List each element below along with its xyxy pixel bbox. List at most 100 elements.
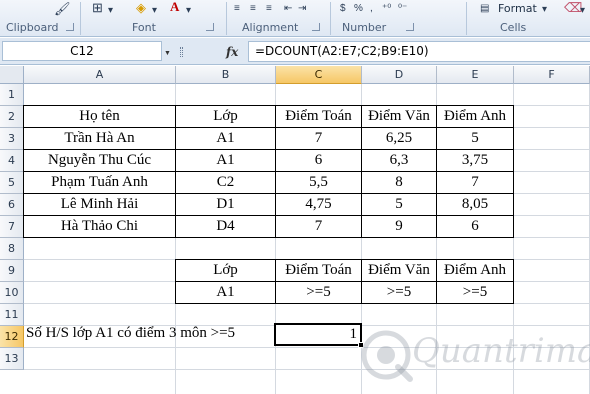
- font-launcher-icon[interactable]: [206, 23, 214, 31]
- decrease-decimal-icon[interactable]: ⁰⁻: [398, 2, 407, 16]
- align-left-icon[interactable]: ≡: [234, 2, 240, 16]
- table-cell[interactable]: Phạm Tuấn Anh: [23, 172, 176, 194]
- format-painter-icon[interactable]: 🖌: [54, 2, 71, 16]
- cells-group-label: Cells: [500, 21, 527, 34]
- ribbon-separator: [466, 2, 467, 35]
- fill-color-icon[interactable]: ◈: [136, 1, 146, 15]
- table-header-cell[interactable]: Họ tên: [23, 105, 176, 128]
- criteria-value-cell[interactable]: A1: [175, 282, 276, 304]
- table-cell[interactable]: Lê Minh Hải: [23, 194, 176, 216]
- table-header-cell[interactable]: Điểm Toán: [276, 105, 362, 128]
- table-cell[interactable]: 7: [276, 128, 362, 150]
- table-cell[interactable]: A1: [176, 150, 276, 172]
- indent-icon[interactable]: ⇤: [284, 2, 292, 16]
- currency-icon[interactable]: $: [340, 2, 346, 16]
- table-cell[interactable]: 4,75: [276, 194, 362, 216]
- criteria-header-cell[interactable]: Điểm Toán: [276, 259, 362, 282]
- column-header-e[interactable]: E: [437, 66, 514, 84]
- font-color-dropdown-icon[interactable]: ▾: [186, 4, 191, 18]
- row-header-4[interactable]: 4: [0, 150, 24, 172]
- table-cell[interactable]: 6,3: [362, 150, 437, 172]
- number-group: $ % , ⁺⁰ ⁰⁻ Number: [332, 0, 418, 37]
- table-cell[interactable]: 5,5: [276, 172, 362, 194]
- row-header-5[interactable]: 5: [0, 172, 24, 194]
- row-header-1[interactable]: 1: [0, 84, 24, 106]
- table-cell[interactable]: 9: [362, 216, 437, 238]
- table-cell[interactable]: 6: [437, 216, 514, 238]
- criteria-value-cell[interactable]: >=5: [437, 282, 514, 304]
- table-cell[interactable]: Hà Thảo Chi: [23, 216, 176, 238]
- name-box[interactable]: C12: [2, 41, 162, 61]
- table-cell[interactable]: 5: [362, 194, 437, 216]
- font-color-icon[interactable]: A: [170, 0, 179, 14]
- column-header-c[interactable]: C: [276, 66, 362, 84]
- number-launcher-icon[interactable]: [406, 23, 414, 31]
- table-cell[interactable]: D1: [176, 194, 276, 216]
- ribbon: 🖌 Clipboard ⊞ ▾ ◈ ▾ A ▾ Font ≡ ≡ ≡ ⇤ ⇥ A…: [0, 0, 590, 37]
- ribbon-separator: [330, 2, 331, 35]
- format-icon[interactable]: ▤: [480, 2, 489, 16]
- formula-bar-resize-handle[interactable]: [180, 47, 183, 57]
- row-header-13[interactable]: 13: [0, 348, 24, 370]
- alignment-group-label: Alignment: [242, 21, 299, 34]
- column-header-a[interactable]: A: [24, 66, 176, 84]
- column-header-d[interactable]: D: [362, 66, 437, 84]
- indent-icon[interactable]: ⇥: [298, 2, 306, 16]
- clear-dropdown-icon[interactable]: ▾: [580, 4, 585, 18]
- watermark-logo-icon: [361, 330, 413, 382]
- table-cell[interactable]: A1: [176, 128, 276, 150]
- row-header-7[interactable]: 7: [0, 216, 24, 238]
- table-cell[interactable]: 6: [276, 150, 362, 172]
- table-cell[interactable]: 5: [437, 128, 514, 150]
- row-header-9[interactable]: 9: [0, 260, 24, 282]
- table-header-cell[interactable]: Lớp: [176, 105, 276, 128]
- table-header-cell[interactable]: Điểm Anh: [437, 105, 514, 128]
- column-header-f[interactable]: F: [514, 66, 590, 84]
- align-right-icon[interactable]: ≡: [266, 2, 272, 16]
- table-cell[interactable]: 6,25: [362, 128, 437, 150]
- criteria-header-cell[interactable]: Điểm Anh: [437, 259, 514, 282]
- criteria-value-cell[interactable]: >=5: [276, 282, 362, 304]
- name-box-dropdown-icon[interactable]: ▼: [164, 50, 171, 57]
- comma-style-icon[interactable]: ,: [370, 2, 373, 16]
- table-cell[interactable]: 3,75: [437, 150, 514, 172]
- table-cell[interactable]: 7: [437, 172, 514, 194]
- alignment-launcher-icon[interactable]: [312, 23, 320, 31]
- table-cell[interactable]: 7: [276, 216, 362, 238]
- table-cell[interactable]: Trần Hà An: [23, 128, 176, 150]
- criteria-header-cell[interactable]: Điểm Văn: [362, 259, 437, 282]
- table-cell[interactable]: 8,05: [437, 194, 514, 216]
- row-header-2[interactable]: 2: [0, 106, 24, 128]
- format-button[interactable]: Format: [498, 2, 537, 15]
- row-header-12[interactable]: 12: [0, 326, 24, 348]
- criteria-header-cell[interactable]: Lớp: [175, 259, 276, 282]
- table-cell[interactable]: D4: [176, 216, 276, 238]
- font-group: ⊞ ▾ ◈ ▾ A ▾ Font: [82, 0, 220, 37]
- percent-icon[interactable]: %: [354, 2, 363, 16]
- select-all-button[interactable]: [0, 66, 24, 84]
- increase-decimal-icon[interactable]: ⁺⁰: [382, 2, 391, 16]
- align-center-icon[interactable]: ≡: [250, 2, 256, 16]
- row-header-10[interactable]: 10: [0, 282, 24, 304]
- formula-input[interactable]: =DCOUNT(A2:E7;C2;B9:E10): [248, 41, 590, 62]
- row-header-6[interactable]: 6: [0, 194, 24, 216]
- active-cell-c12[interactable]: 1: [274, 323, 362, 346]
- table-cell[interactable]: 8: [362, 172, 437, 194]
- row-header-11[interactable]: 11: [0, 304, 24, 326]
- ribbon-separator: [226, 2, 227, 35]
- clipboard-group: 🖌 Clipboard: [0, 0, 76, 37]
- clipboard-launcher-icon[interactable]: [66, 23, 74, 31]
- criteria-value-cell[interactable]: >=5: [362, 282, 437, 304]
- insert-function-icon[interactable]: fx: [196, 42, 248, 62]
- column-header-b[interactable]: B: [176, 66, 276, 84]
- fill-color-dropdown-icon[interactable]: ▾: [152, 4, 157, 18]
- row-header-3[interactable]: 3: [0, 128, 24, 150]
- table-cell[interactable]: C2: [176, 172, 276, 194]
- table-cell[interactable]: Nguyễn Thu Cúc: [23, 150, 176, 172]
- borders-icon[interactable]: ⊞: [92, 1, 103, 15]
- format-dropdown-icon[interactable]: ▾: [542, 3, 547, 17]
- table-header-cell[interactable]: Điểm Văn: [362, 105, 437, 128]
- row-header-8[interactable]: 8: [0, 238, 24, 260]
- borders-dropdown-icon[interactable]: ▾: [108, 4, 113, 18]
- font-group-label: Font: [132, 21, 156, 34]
